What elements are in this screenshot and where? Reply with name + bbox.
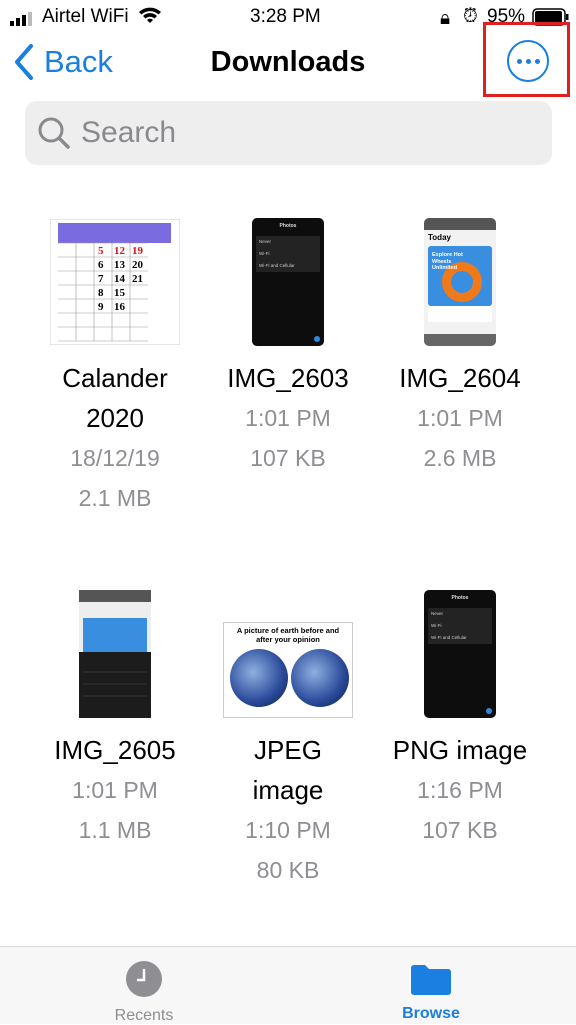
image-caption: A picture of earth before and after your… <box>236 626 340 644</box>
svg-text:15: 15 <box>114 287 126 299</box>
file-name: IMG_2605 <box>54 735 176 765</box>
svg-text:13: 13 <box>114 259 126 271</box>
clock: 3:28 PM <box>250 6 321 27</box>
tab-bar: Recents Browse <box>0 946 576 1024</box>
thumb-option-wifi-cellular: Wi-Fi and Cellular <box>259 263 295 268</box>
thumb-photos-title: Photos <box>279 223 297 229</box>
file-size: 80 KB <box>256 857 320 883</box>
file-date: 1:01 PM <box>245 405 331 431</box>
alarm-icon: ⏰︎ <box>463 6 478 27</box>
ellipsis-circle-icon <box>507 40 549 82</box>
tab-label: Recents <box>114 1007 174 1024</box>
svg-text:19: 19 <box>132 245 144 257</box>
file-date: 1:01 PM <box>417 405 503 431</box>
svg-text:14: 14 <box>114 273 126 285</box>
file-size: 1.1 MB <box>78 817 152 843</box>
thumb-option-never: Never <box>259 239 272 244</box>
svg-text:5: 5 <box>98 245 104 257</box>
orientation-lock-icon: 🔒︎ <box>440 8 451 29</box>
file-item[interactable]: Photos Never Wi-Fi Wi-Fi and Cellular IM… <box>193 218 383 478</box>
search-icon <box>38 117 70 149</box>
thumb-option-wifi-cellular: Wi-Fi and Cellular <box>431 635 467 640</box>
dark-screenshot-thumbnail: Photos Never Wi-Fi Wi-Fi and Cellular <box>365 590 555 718</box>
search-placeholder: Search <box>81 116 177 149</box>
file-item[interactable]: A picture of earth before and after your… <box>193 590 383 890</box>
share-sheet-screenshot-thumbnail <box>20 590 210 718</box>
file-date: 18/12/19 <box>70 445 160 471</box>
carrier: Airtel WiFi <box>42 6 129 27</box>
thumb-explore: Explore Hot Wheels Unlimited <box>432 252 463 271</box>
file-size: 2.1 MB <box>78 485 152 511</box>
clock-icon <box>126 961 162 997</box>
file-item[interactable]: Photos Never Wi-Fi Wi-Fi and Cellular PN… <box>365 590 555 850</box>
file-name: Calander <box>62 363 168 393</box>
wifi-icon <box>138 6 162 30</box>
file-name: IMG_2603 <box>227 363 349 393</box>
svg-text:20: 20 <box>132 259 144 271</box>
svg-text:9: 9 <box>98 301 104 313</box>
signal-icon <box>10 10 36 32</box>
earth-image-thumbnail: A picture of earth before and after your… <box>193 590 383 718</box>
search-input[interactable]: Search <box>25 101 552 165</box>
svg-text:7: 7 <box>98 273 104 285</box>
file-name-line2: 2020 <box>86 403 144 433</box>
tab-browse[interactable]: Browse <box>356 947 506 1023</box>
file-item[interactable]: Today Explore Hot Wheels Unlimited IMG_2… <box>365 218 555 478</box>
navigation-bar: Back Downloads <box>0 22 576 97</box>
svg-text:16: 16 <box>114 301 126 313</box>
tab-label: Browse <box>402 1005 460 1022</box>
file-name: IMG_2604 <box>399 363 521 393</box>
svg-text:21: 21 <box>132 273 143 285</box>
thumb-today: Today <box>428 233 451 242</box>
file-date: 1:10 PM <box>245 817 331 843</box>
calendar-thumbnail: 5 6 7 8 9 12 13 14 15 16 19 20 21 <box>20 218 210 346</box>
tab-recents[interactable]: Recents <box>69 947 219 1025</box>
file-name: PNG image <box>392 735 528 765</box>
file-size: 107 KB <box>422 817 498 843</box>
svg-text:8: 8 <box>98 287 104 299</box>
more-options-button[interactable] <box>483 22 570 97</box>
file-name-line2: image <box>252 775 324 805</box>
folder-icon <box>411 965 451 995</box>
svg-text:6: 6 <box>98 259 104 271</box>
file-date: 1:01 PM <box>72 777 158 803</box>
thumb-option-wifi: Wi-Fi <box>259 251 270 256</box>
dark-screenshot-thumbnail: Photos Never Wi-Fi Wi-Fi and Cellular <box>193 218 383 346</box>
file-name: JPEG <box>254 735 322 765</box>
thumb-option-wifi: Wi-Fi <box>431 623 442 628</box>
thumb-option-never: Never <box>431 611 444 616</box>
svg-text:12: 12 <box>114 245 126 257</box>
file-size: 107 KB <box>250 445 326 471</box>
file-size: 2.6 MB <box>423 445 497 471</box>
file-date: 1:16 PM <box>417 777 503 803</box>
file-item[interactable]: IMG_2605 1:01 PM 1.1 MB <box>20 590 210 850</box>
file-item[interactable]: 5 6 7 8 9 12 13 14 15 16 19 20 21 Calander 2020 18/1… <box>20 218 210 518</box>
app-store-screenshot-thumbnail: Today Explore Hot Wheels Unlimited <box>365 218 555 346</box>
thumb-photos-title: Photos <box>451 595 469 601</box>
